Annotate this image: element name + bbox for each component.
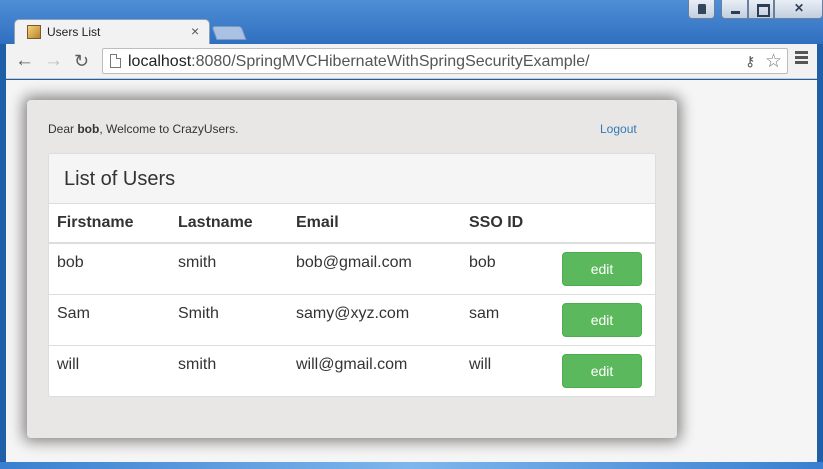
favicon-icon [27, 25, 41, 39]
cell-firstname: will [49, 344, 170, 396]
cell-action: edit [554, 243, 655, 294]
url-text[interactable]: localhost:8080/SpringMVCHibernateWithSpr… [128, 53, 590, 71]
maximize-button[interactable] [748, 0, 774, 19]
forward-button[interactable]: → [44, 50, 63, 72]
bookmark-star-icon[interactable]: ☆ [765, 50, 782, 73]
logout-link[interactable]: Logout [600, 122, 637, 136]
taskbar-edge [0, 462, 823, 469]
cell-email: bob@gmail.com [296, 254, 412, 271]
cell-sso-id: bob [469, 254, 496, 271]
column-header-email: Email [288, 204, 461, 244]
close-window-button[interactable] [774, 0, 823, 19]
url-path: :8080/SpringMVCHibernateWithSpringSecuri… [191, 53, 590, 70]
column-header-lastname: Lastname [170, 204, 288, 244]
address-bar[interactable]: localhost:8080/SpringMVCHibernateWithSpr… [102, 48, 788, 74]
key-icon[interactable]: ⚷ [745, 53, 755, 70]
edit-button[interactable]: edit [562, 302, 642, 337]
minimize-button[interactable] [721, 0, 748, 19]
new-tab-button[interactable] [211, 26, 247, 40]
users-table: Firstname Lastname Email SSO ID bob smit… [49, 204, 655, 396]
cell-firstname: Sam [49, 293, 170, 345]
reload-button[interactable]: ↻ [74, 50, 89, 72]
column-header-sso-id: SSO ID [461, 204, 554, 244]
cell-lastname: smith [170, 344, 288, 396]
url-host: localhost [128, 53, 192, 70]
cell-email: samy@xyz.com [288, 293, 461, 345]
welcome-prefix: Dear [48, 122, 78, 136]
column-header-firstname: Firstname [49, 204, 170, 244]
column-header-actions [554, 204, 655, 244]
users-card: Dear bob, Welcome to CrazyUsers. Logout … [27, 100, 677, 438]
tab-close-icon[interactable]: × [191, 23, 199, 39]
cell-email: will@gmail.com [288, 344, 461, 396]
edit-button[interactable]: edit [562, 353, 642, 388]
table-row: Sam Smith samy@xyz.com sam edit [49, 293, 655, 345]
page-content: Dear bob, Welcome to CrazyUsers. Logout … [6, 80, 817, 469]
cell-sso-id: will [461, 344, 554, 396]
user-icon[interactable] [688, 0, 715, 19]
browser-toolbar: ← → ↻ localhost:8080/SpringMVCHibernateW… [6, 44, 817, 79]
cell-firstname: bob [57, 254, 84, 271]
table-row: bob smith bob@gmail.com bob edit [49, 243, 655, 294]
panel-heading: List of Users [49, 154, 655, 204]
menu-icon[interactable] [795, 51, 808, 64]
username: bob [77, 122, 100, 136]
cell-lastname: Smith [170, 293, 288, 345]
welcome-message: Dear bob, Welcome to CrazyUsers. [48, 122, 239, 136]
browser-tab[interactable]: Users List × [14, 19, 210, 44]
window-titlebar: Users List × [0, 0, 823, 44]
tab-title: Users List [47, 25, 101, 39]
page-icon [110, 54, 121, 68]
panel-title: List of Users [64, 168, 176, 190]
table-row: will smith will@gmail.com will edit [49, 344, 655, 396]
table-header-row: Firstname Lastname Email SSO ID [49, 204, 655, 244]
cell-action: edit [554, 344, 655, 396]
cell-action: edit [554, 293, 655, 345]
users-panel: List of Users Firstname Lastname Email S… [48, 153, 656, 397]
cell-lastname: smith [178, 254, 217, 271]
welcome-suffix: , Welcome to CrazyUsers. [99, 122, 239, 136]
edit-button[interactable]: edit [562, 252, 642, 286]
back-button[interactable]: ← [15, 50, 34, 72]
cell-sso-id: sam [461, 293, 554, 345]
